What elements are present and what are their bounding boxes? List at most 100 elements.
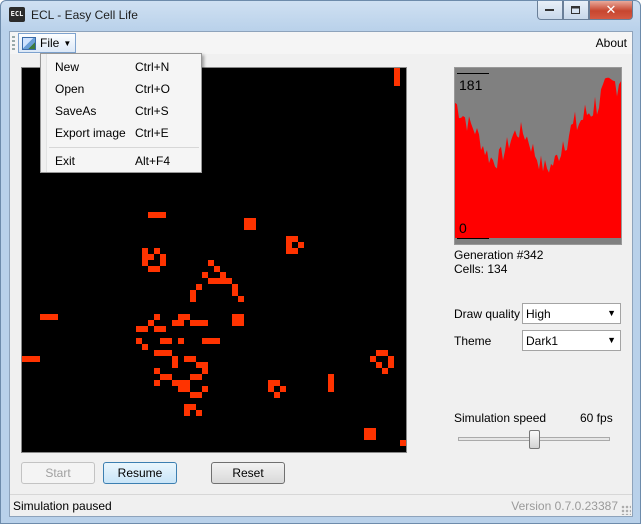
live-cell [298,242,304,248]
maximize-icon [571,5,580,14]
menu-bar: File ▼ About [10,32,632,54]
version-label: Version 0.7.0.23387 [511,499,618,513]
live-cell [238,296,244,302]
live-cell [172,380,178,386]
live-cell [160,338,166,344]
live-cell [232,284,238,290]
live-cell [148,254,154,260]
start-button[interactable]: Start [21,462,95,484]
histogram-chart [455,68,621,244]
chevron-down-icon: ▼ [607,308,616,318]
menu-item-open[interactable]: Open Ctrl+O [55,79,201,99]
live-cell [172,362,178,368]
live-cell [196,410,202,416]
live-cell [142,326,148,332]
draw-quality-select[interactable]: High ▼ [522,303,621,324]
live-cell [154,248,160,254]
live-cell [178,320,184,326]
theme-select[interactable]: Dark1 ▼ [522,330,621,351]
live-cell [202,368,208,374]
file-menu-button[interactable]: File ▼ [18,33,77,53]
status-bar: Simulation paused Version 0.7.0.23387 [10,494,632,516]
live-cell [382,350,388,356]
reset-button[interactable]: Reset [211,462,285,484]
menu-item-shortcut: Ctrl+O [135,82,171,96]
resume-button[interactable]: Resume [103,462,177,484]
live-cell [190,290,196,296]
live-cell [394,80,400,86]
menu-item-exit[interactable]: Exit Alt+F4 [55,151,201,171]
speed-slider-thumb[interactable] [529,430,540,449]
live-cell [232,320,238,326]
menu-item-export-image[interactable]: Export image Ctrl+E [55,123,201,143]
population-histogram: 181 0 [454,67,622,245]
live-cell [166,350,172,356]
histogram-max-line [457,73,489,74]
generation-info: Generation #342 Cells: 134 [454,248,543,276]
live-cell [214,338,220,344]
menu-item-saveas[interactable]: SaveAs Ctrl+S [55,101,201,121]
live-cell [52,314,58,320]
file-dropdown-menu: New Ctrl+N Open Ctrl+O SaveAs Ctrl+S Exp… [40,53,202,173]
live-cell [250,224,256,230]
live-cell [190,320,196,326]
live-cell [142,260,148,266]
live-cell [154,314,160,320]
live-cell [202,338,208,344]
live-cell [328,380,334,386]
live-cell [184,380,190,386]
live-cell [196,284,202,290]
live-cell [286,248,292,254]
live-cell [142,254,148,260]
live-cell [154,380,160,386]
live-cell [274,380,280,386]
live-cell [364,428,370,434]
live-cell [154,368,160,374]
live-cell [178,380,184,386]
live-cell [184,314,190,320]
menu-gutter [41,54,47,172]
menu-item-new[interactable]: New Ctrl+N [55,57,201,77]
live-cell [202,386,208,392]
minimize-button[interactable] [537,1,563,20]
live-cell [232,290,238,296]
menu-item-label: Export image [55,126,126,140]
file-menu-label: File [40,36,60,50]
generation-label: Generation #342 [454,248,544,262]
live-cell [172,356,178,362]
resize-grip-icon[interactable] [621,505,631,515]
live-cell [220,278,226,284]
chevron-down-icon: ▼ [607,335,616,345]
live-cell [196,392,202,398]
live-cell [148,266,154,272]
live-cell [190,296,196,302]
live-cell [28,356,34,362]
menu-item-shortcut: Alt+F4 [135,154,171,168]
toolbar-grip-icon[interactable] [12,36,15,51]
live-cell [394,74,400,80]
close-button[interactable]: ✕ [589,1,633,20]
live-cell [382,368,388,374]
live-cell [220,272,226,278]
live-cell [190,404,196,410]
live-cell [208,278,214,284]
live-cell [214,266,220,272]
close-icon: ✕ [605,2,617,17]
live-cell [214,278,220,284]
status-text: Simulation paused [13,499,112,513]
maximize-button[interactable] [563,1,589,20]
live-cell [268,386,274,392]
live-cell [370,356,376,362]
live-cell [388,362,394,368]
live-cell [142,344,148,350]
live-cell [292,248,298,254]
live-cell [22,356,28,362]
draw-quality-value: High [526,306,551,321]
live-cell [184,356,190,362]
about-menu[interactable]: About [596,36,627,50]
live-cell [328,374,334,380]
title-bar[interactable]: ECL ECL - Easy Cell Life ✕ [1,1,640,29]
live-cell [160,254,166,260]
live-cell [178,386,184,392]
live-cell [370,428,376,434]
